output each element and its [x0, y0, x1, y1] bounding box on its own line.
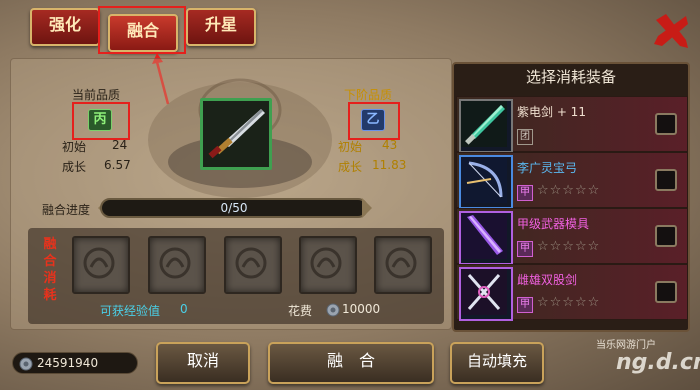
equip-row-3[interactable]: 甲级武器模具 甲 ☆☆☆☆☆	[456, 208, 688, 265]
jade-sword-icon	[459, 99, 513, 153]
equip-checkbox-2[interactable]	[655, 169, 677, 191]
equip-checkbox-1[interactable]	[655, 113, 677, 135]
current-initial-label: 初始	[62, 140, 87, 154]
equip-stars-4: ☆☆☆☆☆	[537, 295, 601, 310]
equip-tag-3: 甲	[517, 241, 533, 257]
tab-highlight-box	[98, 6, 186, 54]
equip-checkbox-4[interactable]	[655, 281, 677, 303]
current-initial-value: 24	[112, 138, 128, 152]
current-growth-value: 6.57	[104, 158, 131, 172]
equip-stars-2: ☆☆☆☆☆	[537, 183, 601, 198]
consume-slot-5[interactable]	[374, 236, 432, 294]
next-growth-value: 11.83	[372, 158, 407, 172]
watermark-domain: ng.d.cn	[616, 350, 700, 375]
next-initial-value: 43	[382, 138, 398, 152]
money-value: 24591940	[37, 356, 99, 370]
consume-vertical-label: 融 合 消 耗	[40, 236, 60, 304]
tab-strengthen[interactable]: 强化	[30, 8, 100, 46]
consume-char-3: 消	[43, 271, 57, 286]
empty-slot-emblem-icon	[83, 247, 115, 279]
next-initial-label: 初始	[338, 140, 363, 154]
equip-row-1[interactable]: 紫电剑 + 11 团	[456, 96, 688, 153]
equip-name-3: 甲级武器模具	[517, 217, 590, 231]
close-icon[interactable]	[652, 12, 690, 50]
money-display: 24591940	[12, 352, 138, 374]
empty-slot-emblem-icon	[310, 247, 342, 279]
quality-grade-badge: 丙	[88, 109, 112, 131]
equip-name-4: 雌雄双股剑	[517, 273, 578, 287]
watermark-site: 当乐网游门户	[596, 340, 656, 351]
current-growth-label: 成长	[62, 160, 87, 174]
equip-tag-4: 甲	[517, 297, 533, 313]
consume-char-1: 融	[43, 237, 57, 252]
consume-slot-1[interactable]	[72, 236, 130, 294]
consume-slot-2[interactable]	[148, 236, 206, 294]
cancel-button[interactable]: 取消	[156, 342, 250, 384]
equip-checkbox-3[interactable]	[655, 225, 677, 247]
fusion-target-slot[interactable]	[200, 98, 272, 170]
fuse-button[interactable]: 融 合	[268, 342, 434, 384]
coin-icon	[326, 303, 340, 317]
progress-label: 融合进度	[42, 203, 91, 217]
equipment-panel-title: 选择消耗装备	[525, 68, 616, 86]
next-growth-label: 成长	[338, 160, 363, 174]
cost-value: 10000	[342, 302, 381, 316]
fusion-progress-bar: 0/50	[100, 198, 368, 218]
exp-label: 可获经验值	[100, 304, 161, 318]
equip-row-4[interactable]: 雌雄双股剑 甲 ☆☆☆☆☆	[456, 264, 688, 321]
equip-tag-2: 甲	[517, 185, 533, 201]
empty-slot-emblem-icon	[385, 247, 417, 279]
consume-slot-3[interactable]	[224, 236, 282, 294]
current-quality-title: 当前品质	[72, 88, 121, 102]
consume-char-2: 合	[43, 254, 57, 269]
equip-stars-3: ☆☆☆☆☆	[537, 239, 601, 254]
consume-slot-4[interactable]	[299, 236, 357, 294]
cost-label: 花费	[288, 304, 313, 318]
consume-char-4: 耗	[43, 288, 57, 303]
next-quality-grade-badge: 乙	[361, 109, 385, 131]
equip-name-1: 紫电剑 + 11	[517, 105, 586, 119]
next-quality-title: 下阶品质	[344, 88, 393, 102]
equip-row-2[interactable]: 李广灵宝弓 甲 ☆☆☆☆☆	[456, 152, 688, 209]
twin-swords-icon	[459, 267, 513, 321]
empty-slot-emblem-icon	[159, 247, 191, 279]
purple-blade-icon	[459, 211, 513, 265]
exp-value: 0	[180, 302, 188, 316]
bow-icon	[459, 155, 513, 209]
progress-right-cap-icon	[362, 198, 372, 218]
progress-text: 0/50	[220, 201, 248, 215]
coin-icon	[19, 357, 33, 371]
equip-tag-1: 团	[517, 129, 533, 145]
equip-name-2: 李广灵宝弓	[517, 161, 578, 175]
autofill-button[interactable]: 自动填充	[450, 342, 544, 384]
empty-slot-emblem-icon	[235, 247, 267, 279]
sword-icon	[203, 101, 269, 167]
tab-star-up[interactable]: 升星	[186, 8, 256, 46]
